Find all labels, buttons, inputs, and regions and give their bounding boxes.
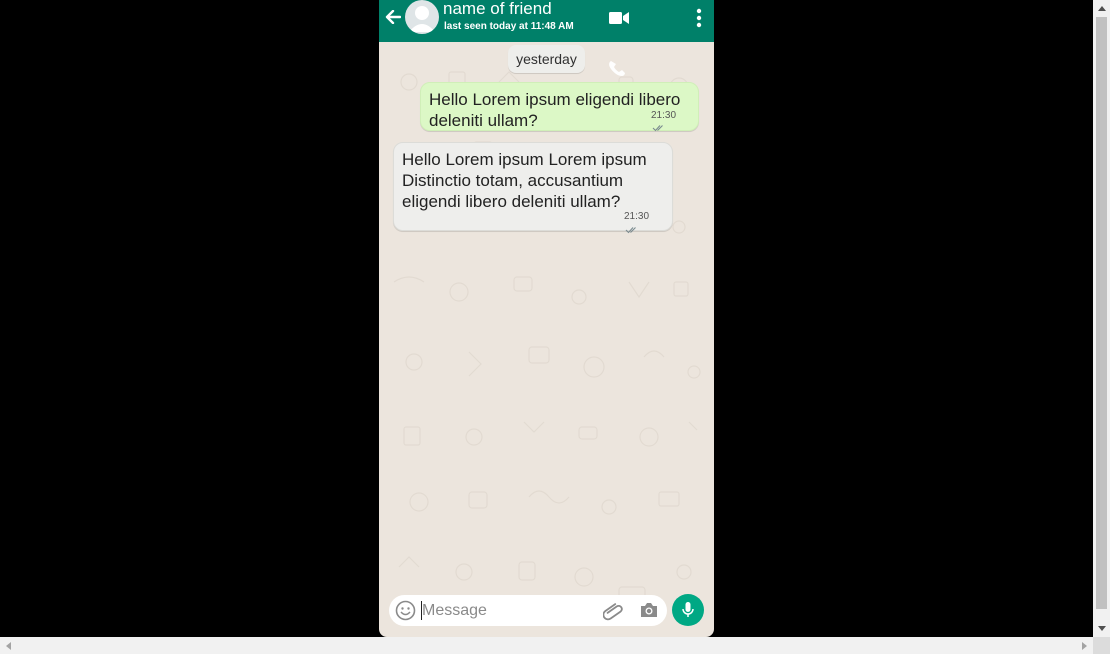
contact-name[interactable]: name of friend [443, 0, 552, 19]
camera-icon [641, 603, 657, 617]
phone-icon[interactable] [606, 58, 628, 80]
camera-button[interactable] [639, 601, 659, 619]
emoji-button[interactable] [395, 600, 416, 621]
browser-viewport: name of friend last seen today at 11:48 … [0, 0, 1093, 637]
paperclip-icon [602, 603, 623, 621]
message-input[interactable] [422, 598, 592, 623]
emoji-icon [395, 600, 416, 621]
voice-record-button[interactable] [672, 594, 704, 626]
vertical-scrollbar[interactable] [1093, 0, 1110, 637]
avatar-placeholder-icon [409, 6, 435, 32]
message-bubble-outgoing[interactable]: Hello Lorem ipsum eligendi libero deleni… [420, 82, 699, 132]
video-call-icon [609, 12, 629, 24]
scroll-right-arrow-icon[interactable] [1076, 637, 1093, 654]
more-vertical-icon [696, 8, 702, 28]
message-bubble-incoming[interactable]: Hello Lorem ipsum Lorem ipsum Distinctio… [393, 142, 673, 234]
video-call-button[interactable] [608, 10, 630, 26]
microphone-icon [682, 602, 694, 617]
date-separator: yesterday [508, 45, 585, 73]
scroll-left-arrow-icon[interactable] [0, 637, 17, 654]
horizontal-scrollbar[interactable] [0, 637, 1093, 654]
message-time: 21:30 [624, 211, 650, 222]
last-seen-status: last seen today at 11:48 AM [444, 21, 574, 32]
message-time: 21:30 [651, 110, 677, 121]
double-check-icon [625, 227, 636, 234]
double-check-icon [652, 125, 663, 132]
chat-header: name of friend last seen today at 11:48 … [379, 0, 714, 42]
arrow-left-icon [385, 10, 401, 24]
back-button[interactable] [382, 7, 404, 27]
chat-window: name of friend last seen today at 11:48 … [379, 0, 714, 637]
message-text: Hello Lorem ipsum Lorem ipsum Distinctio… [402, 150, 647, 211]
scrollbar-corner [1093, 637, 1110, 654]
scroll-down-arrow-icon[interactable] [1093, 620, 1110, 637]
avatar[interactable] [405, 0, 439, 34]
scroll-up-arrow-icon[interactable] [1093, 0, 1110, 17]
attach-button[interactable] [602, 601, 625, 621]
more-options-button[interactable] [695, 8, 703, 28]
message-composer [389, 595, 667, 626]
vertical-scrollbar-thumb[interactable] [1096, 17, 1107, 609]
